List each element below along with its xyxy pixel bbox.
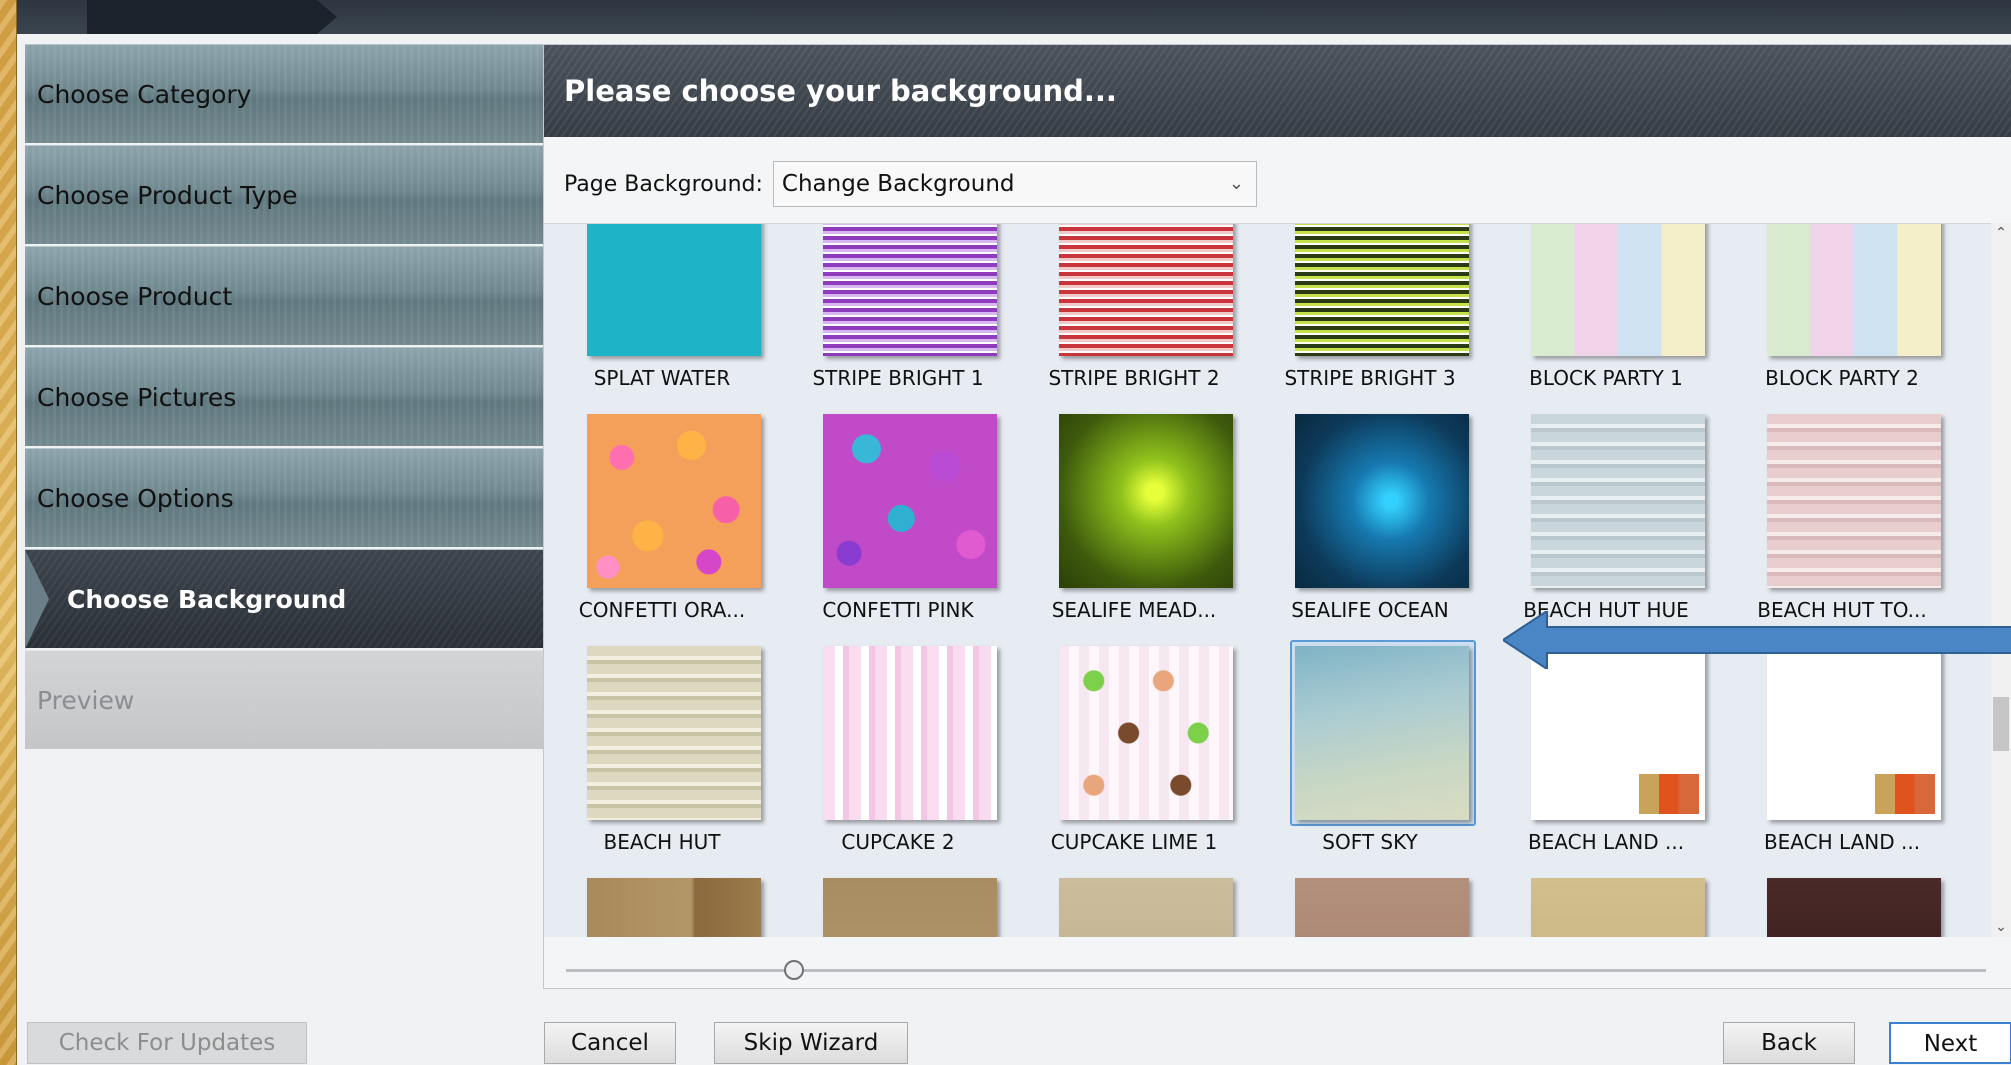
thumbnail-item[interactable]: CUPCAKE LIME 1 bbox=[1016, 640, 1252, 872]
thumbnail-image bbox=[587, 414, 761, 588]
thumbnail-image bbox=[1059, 878, 1233, 937]
thumbnail-item[interactable]: SPLAT WATER bbox=[544, 224, 780, 408]
nav-choose-product[interactable]: Choose Product bbox=[25, 246, 543, 345]
scroll-down-icon[interactable]: ⌄ bbox=[1991, 919, 2011, 935]
cancel-button[interactable]: Cancel bbox=[544, 1022, 676, 1064]
thumbnail-item[interactable]: BEACH LAND ... bbox=[1488, 640, 1724, 872]
thumbnail-item[interactable]: BEACH LAND ... bbox=[1724, 640, 1960, 872]
thumbnail-item[interactable]: BLOCK PARTY 2 bbox=[1724, 224, 1960, 408]
thumbnail-item[interactable] bbox=[544, 872, 780, 937]
thumbnail-image bbox=[587, 224, 761, 356]
thumbnail-caption: STRIPE BRIGHT 3 bbox=[1284, 366, 1456, 390]
thumbnail-caption: BEACH LAND ... bbox=[1527, 830, 1685, 854]
page-background-value: Change Background bbox=[781, 171, 1015, 197]
thumbnail-item[interactable]: CONFETTI PINK bbox=[780, 408, 1016, 640]
thumbnail-item[interactable] bbox=[1488, 872, 1724, 937]
thumbnail-item[interactable]: SEALIFE OCEAN bbox=[1252, 408, 1488, 640]
thumbnail-item[interactable] bbox=[1252, 872, 1488, 937]
thumbnail-item[interactable]: BEACH HUT TO... bbox=[1724, 408, 1960, 640]
scrollbar-thumb[interactable] bbox=[1993, 697, 2009, 751]
thumbnail-image bbox=[1531, 224, 1705, 356]
blue-arrow-pointer bbox=[1503, 611, 2011, 669]
check-for-updates-button: Check For Updates bbox=[27, 1022, 307, 1064]
thumbnail-caption: SEALIFE OCEAN bbox=[1291, 598, 1449, 622]
wizard-window: Choose Category Choose Product Type Choo… bbox=[16, 0, 2011, 1065]
thumbnail-image bbox=[1059, 224, 1233, 356]
back-button[interactable]: Back bbox=[1723, 1022, 1855, 1064]
breadcrumb-first[interactable] bbox=[87, 0, 337, 34]
thumbnail-caption: BEACH HUT bbox=[603, 830, 721, 854]
thumbnail-image bbox=[1531, 646, 1705, 820]
thumbnail-image bbox=[1295, 878, 1469, 937]
vertical-scrollbar[interactable]: ⌃ ⌄ bbox=[1991, 223, 2011, 937]
panel-title: Please choose your background... bbox=[544, 45, 2011, 137]
skip-wizard-button[interactable]: Skip Wizard bbox=[714, 1022, 908, 1064]
thumbnail-caption: CUPCAKE LIME 1 bbox=[1050, 830, 1218, 854]
thumbnail-image bbox=[1531, 878, 1705, 937]
thumbnail-item[interactable]: CONFETTI ORA... bbox=[544, 408, 780, 640]
thumbnail-item[interactable] bbox=[1016, 872, 1252, 937]
thumbnail-caption: CONFETTI ORA... bbox=[578, 598, 746, 622]
thumbnail-item[interactable]: STRIPE BRIGHT 1 bbox=[780, 224, 1016, 408]
nav-choose-product-type[interactable]: Choose Product Type bbox=[25, 145, 543, 244]
thumbnail-caption: BLOCK PARTY 1 bbox=[1529, 366, 1683, 390]
thumbnail-grid-area: SPLAT WATER STRIPE BRIGHT 1 STRIPE BRIGHT … bbox=[544, 223, 2011, 937]
thumbnail-image bbox=[1767, 646, 1941, 820]
thumbnail-caption: SOFT SKY bbox=[1322, 830, 1418, 854]
thumbnail-image bbox=[823, 414, 997, 588]
thumbnail-item[interactable] bbox=[780, 872, 1016, 937]
page-background-row: Page Background: Change Background ⌄ bbox=[564, 161, 1257, 207]
thumbnail-item[interactable]: CUPCAKE 2 bbox=[780, 640, 1016, 872]
thumbnail-image bbox=[1059, 646, 1233, 820]
thumbnail-image bbox=[1767, 878, 1941, 937]
thumbnail-caption: BEACH LAND ... bbox=[1763, 830, 1921, 854]
thumbnail-item[interactable]: BEACH HUT bbox=[544, 640, 780, 872]
thumbnail-image bbox=[823, 646, 997, 820]
thumbnail-image bbox=[823, 224, 997, 356]
thumbnail-caption: STRIPE BRIGHT 2 bbox=[1048, 366, 1220, 390]
thumbnail-item[interactable]: STRIPE BRIGHT 3 bbox=[1252, 224, 1488, 408]
mosaic-decoration bbox=[1639, 774, 1699, 814]
thumbnail-item[interactable]: SOFT SKY bbox=[1252, 640, 1488, 872]
thumbnail-image bbox=[823, 878, 997, 937]
background-panel: Please choose your background... Page Ba… bbox=[543, 44, 2011, 989]
nav-choose-pictures[interactable]: Choose Pictures bbox=[25, 347, 543, 446]
thumbnail-caption: SEALIFE MEAD... bbox=[1051, 598, 1217, 622]
thumbnail-image bbox=[1059, 414, 1233, 588]
zoom-slider[interactable] bbox=[566, 960, 1986, 980]
thumbnail-image bbox=[1531, 414, 1705, 588]
slider-track bbox=[566, 969, 1986, 972]
thumbnail-image bbox=[587, 878, 761, 937]
scroll-up-icon[interactable]: ⌃ bbox=[1991, 225, 2011, 241]
thumbnail-image bbox=[1295, 224, 1469, 356]
thumbnail-image bbox=[587, 646, 761, 820]
page-background-label: Page Background: bbox=[564, 171, 763, 197]
page-background-select[interactable]: Change Background ⌄ bbox=[772, 161, 1257, 207]
wizard-steps-nav: Choose Category Choose Product Type Choo… bbox=[25, 44, 543, 751]
thumbnail-item[interactable]: BLOCK PARTY 1 bbox=[1488, 224, 1724, 408]
slider-knob[interactable] bbox=[784, 960, 804, 980]
thumbnail-image bbox=[1767, 224, 1941, 356]
nav-choose-background[interactable]: Choose Background bbox=[25, 549, 543, 649]
thumbnail-caption: CONFETTI PINK bbox=[822, 598, 974, 622]
next-button[interactable]: Next bbox=[1889, 1022, 2011, 1064]
thumbnail-image bbox=[1295, 646, 1469, 820]
breadcrumb-bar bbox=[17, 0, 2011, 34]
thumbnail-caption: STRIPE BRIGHT 1 bbox=[812, 366, 984, 390]
thumbnail-item[interactable]: STRIPE BRIGHT 2 bbox=[1016, 224, 1252, 408]
nav-choose-category[interactable]: Choose Category bbox=[25, 44, 543, 143]
thumbnail-item[interactable]: SEALIFE MEAD... bbox=[1016, 408, 1252, 640]
thumbnail-caption: SPLAT WATER bbox=[593, 366, 731, 390]
thumbnail-caption: CUPCAKE 2 bbox=[841, 830, 955, 854]
thumbnail-item[interactable] bbox=[1724, 872, 1960, 937]
thumbnail-caption: BLOCK PARTY 2 bbox=[1765, 366, 1919, 390]
thumbnail-image bbox=[1767, 414, 1941, 588]
thumbnail-image bbox=[1295, 414, 1469, 588]
chevron-down-icon: ⌄ bbox=[1228, 173, 1244, 194]
mosaic-decoration bbox=[1875, 774, 1935, 814]
nav-preview: Preview bbox=[25, 650, 543, 749]
thumbnail-item[interactable]: BEACH HUT HUE bbox=[1488, 408, 1724, 640]
nav-choose-options[interactable]: Choose Options bbox=[25, 448, 543, 547]
